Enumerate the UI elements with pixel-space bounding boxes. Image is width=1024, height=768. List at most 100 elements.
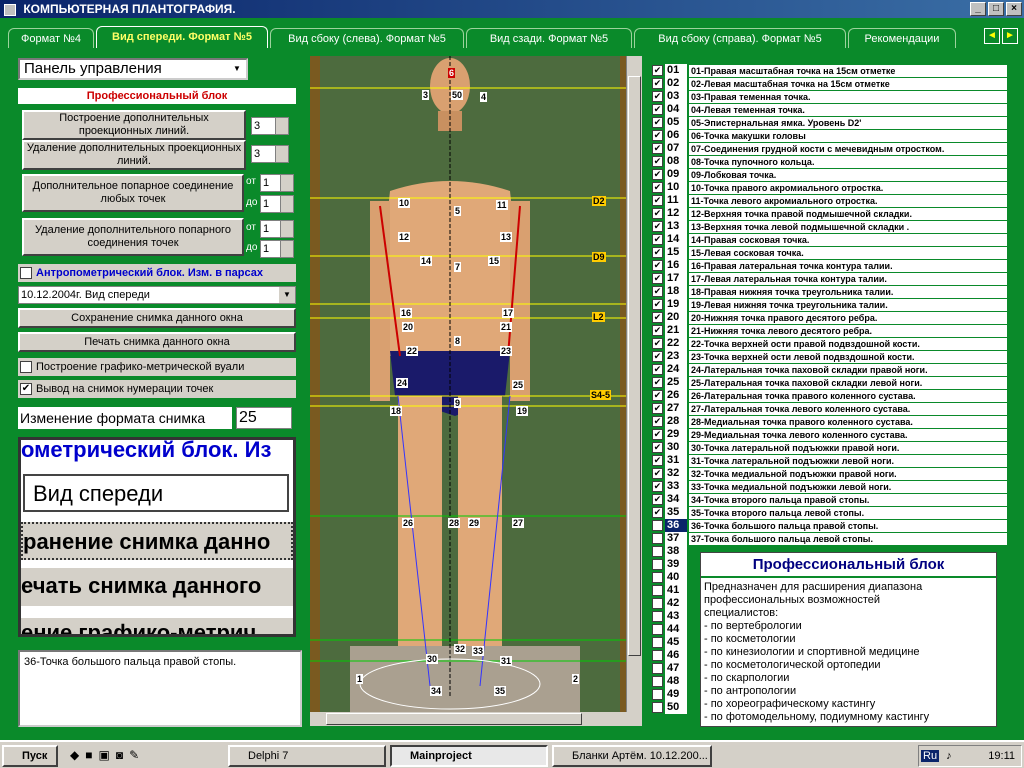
check-icon[interactable]: ✔: [652, 117, 663, 128]
from-spinner-1[interactable]: 1: [260, 174, 294, 192]
check-icon[interactable]: ✔: [652, 156, 663, 167]
panel-selector[interactable]: Панель управления ▼: [18, 58, 248, 80]
anthro-checkbox-box[interactable]: [20, 267, 32, 279]
check-icon[interactable]: ✔: [652, 273, 663, 284]
point-row[interactable]: ✔ 11 11-Точка левого акромиального отростк…: [650, 194, 1010, 207]
point-number[interactable]: 17: [665, 272, 687, 285]
point-row[interactable]: ✔ 30 30-Точка латеральной подъюжки правой …: [650, 441, 1010, 454]
point-row[interactable]: ✔ 35 35-Точка второго пальца левой стопы.: [650, 506, 1010, 519]
point-row[interactable]: ✔ 15 15-Левая сосковая точка.: [650, 246, 1010, 259]
point-row[interactable]: ✔ 12 12-Верхняя точка правой подмышечной с…: [650, 207, 1010, 220]
point-number[interactable]: 49: [665, 688, 687, 701]
check-icon[interactable]: ✔: [652, 286, 663, 297]
point-number[interactable]: 29: [665, 428, 687, 441]
snapshot-combo[interactable]: 10.12.2004г. Вид спереди ▼: [18, 286, 296, 304]
build-lines-spinner[interactable]: 3: [251, 117, 289, 135]
point-number[interactable]: 11: [665, 194, 687, 207]
point-row[interactable]: ✔ 18 18-Правая нижняя точка треугольника т…: [650, 285, 1010, 298]
point-checkbox[interactable]: [652, 598, 663, 609]
check-icon[interactable]: ✔: [652, 416, 663, 427]
point-row[interactable]: ✔ 28 28-Медиальная точка правого коленного…: [650, 415, 1010, 428]
point-number[interactable]: 22: [665, 337, 687, 350]
point-row[interactable]: ✔ 33 33-Точка медиальной подъюжки левой но…: [650, 480, 1010, 493]
point-number[interactable]: 37: [665, 532, 687, 545]
check-icon[interactable]: ✔: [652, 78, 663, 89]
add-pair-button[interactable]: Дополнительное попарное соединение любых…: [22, 174, 244, 212]
graph-veil-checkbox[interactable]: Построение графико-метрической вуали: [18, 358, 296, 376]
graph-veil-checkbox-box[interactable]: [20, 361, 32, 373]
tab-left-side-view[interactable]: Вид сбоку (слева). Формат №5: [270, 28, 464, 48]
point-number[interactable]: 18: [665, 285, 687, 298]
point-number[interactable]: 19: [665, 298, 687, 311]
delete-lines-button[interactable]: Удаление дополнительных проекционных лин…: [22, 140, 246, 170]
taskbar-item-delphi[interactable]: Delphi 7: [228, 745, 386, 767]
check-icon[interactable]: ✔: [652, 260, 663, 271]
point-row[interactable]: ✔ 32 32-Точка медиальной подъюжки правой н…: [650, 467, 1010, 480]
scroll-thumb[interactable]: [628, 76, 641, 656]
point-row[interactable]: ✔ 08 08-Точка пупочного кольца.: [650, 155, 1010, 168]
point-number[interactable]: 13: [665, 220, 687, 233]
delete-pair-button[interactable]: Удаление дополнительного попарного соеди…: [22, 218, 244, 256]
point-number[interactable]: 30: [665, 441, 687, 454]
point-number[interactable]: 08: [665, 155, 687, 168]
print-snapshot-button[interactable]: Печать снимка данного окна: [18, 332, 296, 352]
point-number[interactable]: 44: [665, 623, 687, 636]
check-icon[interactable]: ✔: [652, 195, 663, 206]
check-icon[interactable]: ✔: [652, 312, 663, 323]
point-number[interactable]: 14: [665, 233, 687, 246]
check-icon[interactable]: ✔: [652, 455, 663, 466]
point-number[interactable]: 27: [665, 402, 687, 415]
point-row[interactable]: ✔ 22 22-Точка верхней ости правой подвздош…: [650, 337, 1010, 350]
tab-next-icon[interactable]: ►: [1002, 28, 1018, 44]
speaker-icon[interactable]: ♪: [946, 750, 952, 762]
check-icon[interactable]: ✔: [652, 494, 663, 505]
point-number[interactable]: 03: [665, 90, 687, 103]
point-row[interactable]: ✔ 07 07-Соединения грудной кости с мечевид…: [650, 142, 1010, 155]
point-number[interactable]: 15: [665, 246, 687, 259]
check-icon[interactable]: ✔: [652, 390, 663, 401]
point-number[interactable]: 31: [665, 454, 687, 467]
check-icon[interactable]: ✔: [652, 468, 663, 479]
point-row[interactable]: ✔ 10 10-Точка правого акромиального отрост…: [650, 181, 1010, 194]
point-number[interactable]: 45: [665, 636, 687, 649]
maximize-button[interactable]: □: [988, 2, 1004, 16]
check-icon[interactable]: ✔: [652, 221, 663, 232]
point-row[interactable]: ✔ 13 13-Верхняя точка левой подмышечной ск…: [650, 220, 1010, 233]
point-number[interactable]: 39: [665, 558, 687, 571]
check-icon[interactable]: ✔: [20, 383, 32, 395]
photo-view[interactable]: 6 3 50 4 10 5 11 D2 12 13 14 7 15 D9 16 …: [310, 56, 630, 712]
build-lines-button[interactable]: Построение дополнительных проекционных л…: [22, 110, 246, 140]
from-spinner-2[interactable]: 1: [260, 220, 294, 238]
tab-right-side-view[interactable]: Вид сбоку (справа). Формат №5: [634, 28, 846, 48]
point-number[interactable]: 43: [665, 610, 687, 623]
point-number[interactable]: 26: [665, 389, 687, 402]
photo-vertical-scrollbar[interactable]: [626, 56, 642, 712]
point-checkbox[interactable]: [652, 624, 663, 635]
check-icon[interactable]: ✔: [652, 91, 663, 102]
point-number[interactable]: 12: [665, 207, 687, 220]
numbering-checkbox[interactable]: ✔ Вывод на снимок нумерации точек: [18, 380, 296, 398]
point-number[interactable]: 48: [665, 675, 687, 688]
taskbar-item-blanks[interactable]: Бланки Артём. 10.12.200...: [552, 745, 712, 767]
point-number[interactable]: 16: [665, 259, 687, 272]
point-number[interactable]: 42: [665, 597, 687, 610]
point-checkbox[interactable]: [652, 650, 663, 661]
point-number[interactable]: 20: [665, 311, 687, 324]
point-row[interactable]: ✔ 21 21-Нижняя точка левого десятого ребра…: [650, 324, 1010, 337]
point-row[interactable]: ✔ 17 17-Левая латеральная точка контура та…: [650, 272, 1010, 285]
point-checkbox[interactable]: [652, 702, 663, 713]
point-number[interactable]: 01: [665, 64, 687, 77]
point-checkbox[interactable]: [652, 663, 663, 674]
point-row[interactable]: ✔ 14 14-Правая сосковая точка.: [650, 233, 1010, 246]
point-row[interactable]: ✔ 25 25-Латеральная точка паховой складки …: [650, 376, 1010, 389]
point-number[interactable]: 46: [665, 649, 687, 662]
photo-horizontal-scrollbar[interactable]: [310, 712, 642, 726]
check-icon[interactable]: ✔: [652, 442, 663, 453]
point-number[interactable]: 38: [665, 545, 687, 558]
point-number[interactable]: 06: [665, 129, 687, 142]
check-icon[interactable]: ✔: [652, 299, 663, 310]
check-icon[interactable]: ✔: [652, 351, 663, 362]
point-row[interactable]: 36 36-Точка большого пальца правой стопы.: [650, 519, 1010, 532]
point-number[interactable]: 09: [665, 168, 687, 181]
language-indicator[interactable]: Ru: [921, 750, 940, 762]
